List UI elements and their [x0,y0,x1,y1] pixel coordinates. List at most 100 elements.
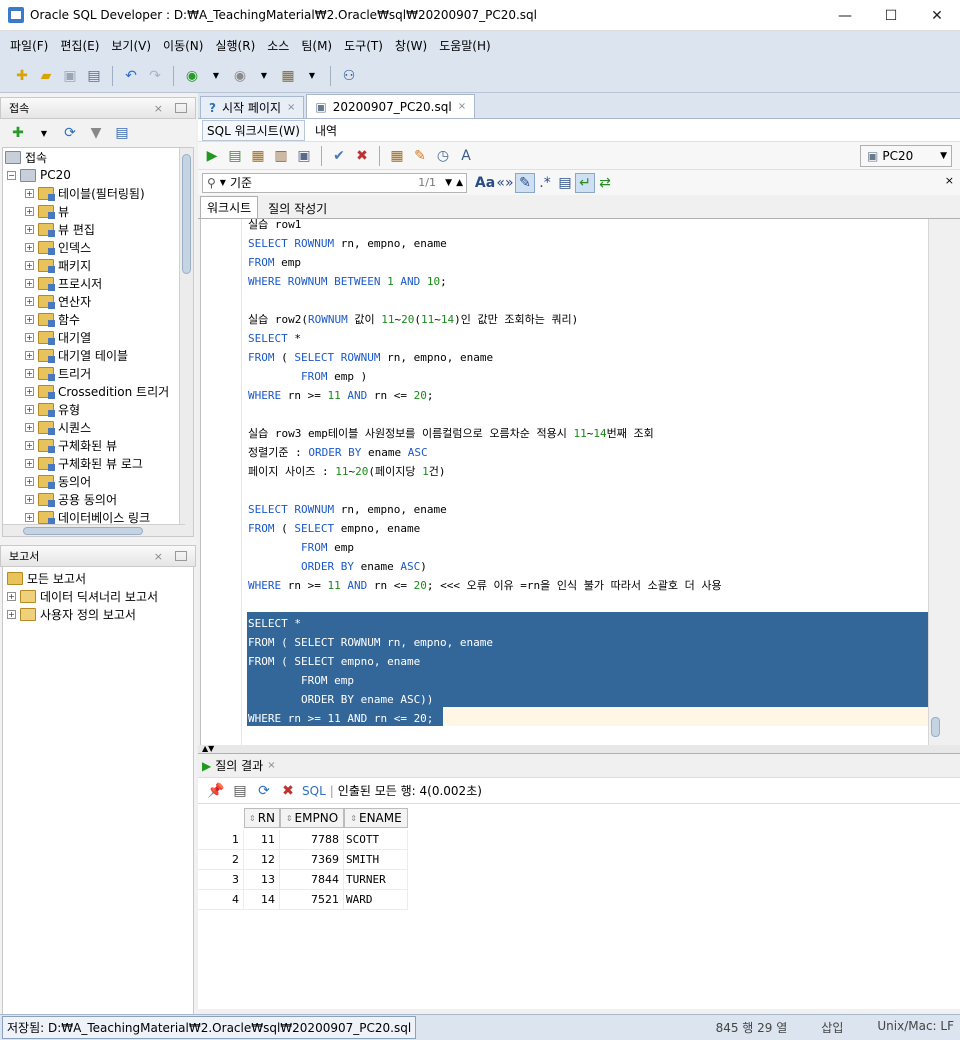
close-panel-icon[interactable]: × [154,102,163,115]
highlight-icon[interactable]: ✎ [515,172,535,193]
collapse-icon[interactable]: − [7,170,16,180]
close-tab-icon[interactable]: × [458,101,466,112]
expand-icon[interactable]: + [25,206,34,216]
tab-worksheet[interactable]: 워크시트 [200,196,259,218]
tree-item[interactable]: + 뷰 [25,202,69,220]
tree-item[interactable]: + 인덱스 [25,238,91,256]
expand-icon[interactable]: + [25,278,34,288]
close-button[interactable]: ✕ [914,0,960,31]
explain-plan-icon[interactable]: ▥ [271,146,291,166]
scrollbar-thumb[interactable] [931,717,940,737]
tree-all-reports[interactable]: 모든 보고서 [7,569,86,587]
minimize-panel-icon[interactable] [175,551,187,561]
menu-window[interactable]: 창(W) [389,37,433,54]
column-header-ename[interactable]: ⇕ ENAME [344,808,408,828]
regex-icon[interactable]: .* [535,173,555,193]
tab-history[interactable]: 내역 [315,122,337,139]
table-cell[interactable]: SMITH [344,850,408,870]
expand-icon[interactable]: + [25,350,34,360]
tree-item[interactable]: + 구체화된 뷰 [25,436,117,454]
tab-query-builder[interactable]: 질의 작성기 [262,198,333,218]
tree-item[interactable]: + 대기열 [25,328,91,346]
sql-worksheet-icon[interactable]: ▦ [278,66,298,86]
expand-icon[interactable]: + [25,494,34,504]
unshared-sql-icon[interactable]: ▦ [387,146,407,166]
sql-editor[interactable]: 실습 row1 SELECT ROWNUM rn, empno, ename FRO… [200,219,942,745]
connection-select[interactable]: ▣ PC20 ▼ [860,145,952,167]
forward-dropdown-icon[interactable]: ▼ [254,66,274,86]
table-cell[interactable]: WARD [344,890,408,910]
tree-item[interactable]: + 공용 동의어 [25,490,117,508]
expand-icon[interactable]: + [7,591,16,601]
replace-icon[interactable]: ⇄ [595,173,615,193]
refresh-icon[interactable]: ⟳ [60,123,80,143]
table-cell[interactable]: 7788 [280,830,344,850]
tree-item[interactable]: + 뷰 편집 [25,220,95,238]
table-cell[interactable]: 7521 [280,890,344,910]
menu-navigate[interactable]: 이동(N) [157,37,209,54]
expand-icon[interactable]: + [25,476,34,486]
table-cell[interactable]: 14 [244,890,280,910]
minimize-button[interactable]: — [822,0,868,31]
expand-icon[interactable]: + [25,422,34,432]
expand-icon[interactable]: + [25,296,34,306]
wrap-search-icon[interactable]: ↵ [575,172,595,193]
pin-icon[interactable]: 📌 [206,781,226,801]
forward-icon[interactable]: ◉ [230,66,250,86]
new-icon[interactable]: ✚ [12,66,32,86]
expand-icon[interactable]: + [25,224,34,234]
scrollbar-thumb[interactable] [182,154,191,274]
tree-connection-pc20[interactable]: − PC20 [7,166,71,184]
row-number[interactable]: 2 [198,850,244,870]
add-connection-icon[interactable]: ✚ [8,123,28,143]
rollback-icon[interactable]: ✖ [352,146,372,166]
menu-source[interactable]: 소스 [261,37,295,54]
maximize-button[interactable]: ☐ [868,0,914,31]
expand-icon[interactable]: + [25,458,34,468]
run-statement-icon[interactable]: ▶ [202,146,222,166]
save-all-icon[interactable]: ▤ [84,66,104,86]
menu-tools[interactable]: 도구(T) [338,37,389,54]
tab-query-result[interactable]: 질의 결과 [215,757,263,774]
refresh-icon[interactable]: ⟳ [254,781,274,801]
row-number[interactable]: 4 [198,890,244,910]
tree-root-connections[interactable]: 접속 [5,148,47,166]
save-icon[interactable]: ▣ [60,66,80,86]
schema-browser-icon[interactable]: ▤ [112,123,132,143]
tree-item[interactable]: + Crossedition 트리거 [25,382,169,400]
expand-icon[interactable]: + [25,332,34,342]
table-cell[interactable]: 12 [244,850,280,870]
expand-icon[interactable]: + [25,386,34,396]
expand-icon[interactable]: + [25,188,34,198]
expand-icon[interactable]: + [25,242,34,252]
menu-run[interactable]: 실행(R) [209,37,261,54]
find-input[interactable]: ⚲ ▼ 기준 1/1 ▼ ▲ [202,172,467,193]
tree-item[interactable]: + 유형 [25,400,80,418]
tree-item[interactable]: + 테이블(필터링됨) [25,184,145,202]
binoculars-icon[interactable]: ⚇ [339,66,359,86]
autotrace-icon[interactable]: ▦ [248,146,268,166]
expand-icon[interactable]: + [25,512,34,522]
sql-link[interactable]: SQL [302,784,326,798]
expand-icon[interactable]: + [7,609,16,619]
back-dropdown-icon[interactable]: ▼ [206,66,226,86]
search-options-icon[interactable]: ▼ [220,178,226,187]
selection-only-icon[interactable]: ▤ [555,173,575,193]
column-header-rn[interactable]: ⇕ RN [244,808,280,828]
match-case-icon[interactable]: Aa [475,173,495,193]
tree-item[interactable]: + 프로시저 [25,274,102,292]
commit-icon[interactable]: ✔ [329,146,349,166]
close-panel-icon[interactable]: × [154,550,163,563]
find-next-icon[interactable]: ▼ [445,178,452,188]
table-cell[interactable]: 13 [244,870,280,890]
close-tab-icon[interactable]: × [267,760,275,771]
table-cell[interactable]: 11 [244,830,280,850]
expand-icon[interactable]: + [25,440,34,450]
menu-file[interactable]: 파일(F) [4,37,54,54]
tree-item[interactable]: + 대기열 테이블 [25,346,128,364]
tree-vertical-scrollbar[interactable] [179,148,193,536]
find-previous-icon[interactable]: ▲ [456,178,463,188]
expand-icon[interactable]: + [25,368,34,378]
open-folder-icon[interactable]: ▰ [36,66,56,86]
minimize-panel-icon[interactable] [175,103,187,113]
